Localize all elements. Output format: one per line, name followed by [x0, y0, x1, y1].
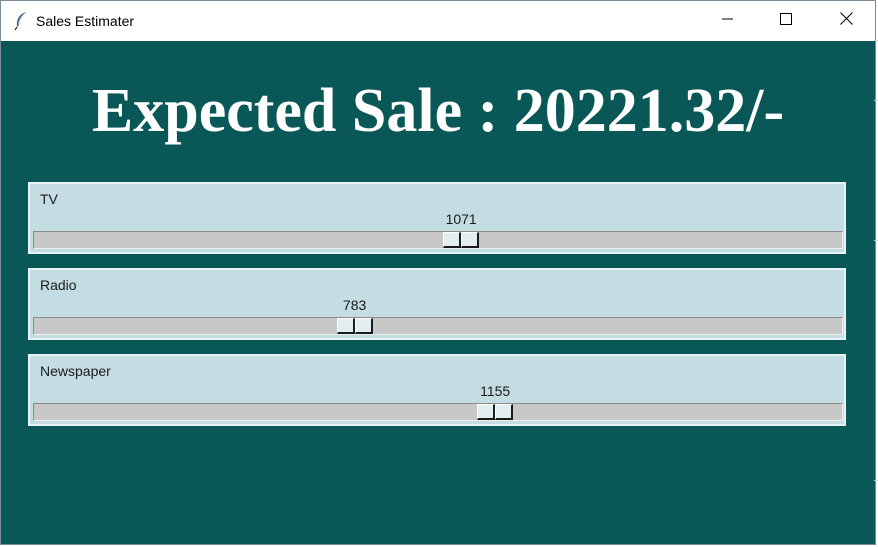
newspaper-scale-slider[interactable]	[477, 404, 514, 420]
newspaper-scale-trough[interactable]	[33, 403, 843, 421]
slider-grip-right	[354, 318, 373, 334]
slider-grip-left	[477, 404, 496, 420]
radio-scale-panel: Radio 783	[28, 268, 846, 340]
close-icon	[839, 12, 853, 30]
background-window-edge	[874, 480, 878, 481]
maximize-button[interactable]	[757, 1, 815, 41]
newspaper-scale-panel: Newspaper 1155	[28, 354, 846, 426]
radio-scale-slider[interactable]	[336, 318, 373, 334]
radio-scale-label: Radio	[40, 277, 77, 293]
background-window-edge	[874, 240, 878, 241]
app-window: Sales Estimater Expected Sale : 20221.32…	[0, 0, 876, 545]
maximize-icon	[780, 12, 792, 30]
radio-scale-trough[interactable]	[33, 317, 843, 335]
radio-scale-value: 783	[342, 297, 367, 313]
newspaper-scale-value: 1155	[480, 383, 511, 399]
tv-scale-slider[interactable]	[443, 232, 480, 248]
tv-scale-value: 1071	[445, 211, 477, 227]
tv-scale-panel: TV 1071	[28, 182, 846, 254]
background-window-edge	[874, 40, 878, 41]
slider-grip-right	[461, 232, 480, 248]
window-title: Sales Estimater	[36, 13, 135, 29]
feather-icon	[13, 11, 29, 31]
expected-sale-heading: Expected Sale : 20221.32/-	[91, 77, 785, 145]
slider-grip-left	[443, 232, 462, 248]
slider-grip-right	[495, 404, 514, 420]
minimize-icon	[722, 12, 734, 30]
title-bar[interactable]: Sales Estimater	[1, 1, 875, 41]
minimize-button[interactable]	[699, 1, 757, 41]
background-window-edge	[874, 100, 878, 101]
tv-scale-label: TV	[40, 191, 58, 207]
close-button[interactable]	[817, 1, 875, 41]
main-panel: Expected Sale : 20221.32/- TV 1071 Radio…	[1, 41, 875, 544]
tv-scale-trough[interactable]	[33, 231, 843, 249]
newspaper-scale-label: Newspaper	[40, 363, 111, 379]
slider-grip-left	[336, 318, 355, 334]
